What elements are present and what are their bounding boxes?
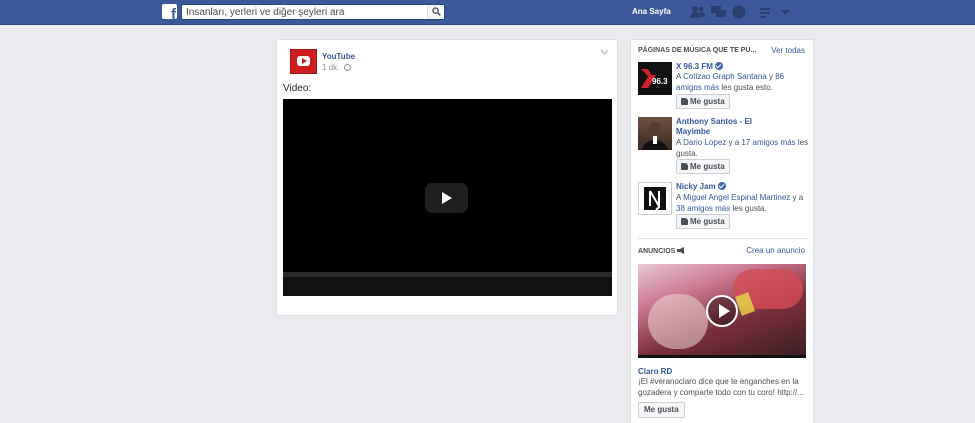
page-thumbnail[interactable] (638, 182, 672, 215)
thumbs-up-icon (681, 218, 688, 225)
ad-video[interactable] (638, 264, 806, 358)
ad-advertiser-link[interactable]: Claro RD (638, 367, 672, 376)
like-page-button[interactable]: Me gusta (676, 159, 730, 174)
public-globe-icon (344, 64, 351, 71)
verified-badge-icon (717, 182, 726, 190)
page-friends-text: A Dario Lopez y a 17 amigos más les gust… (676, 138, 809, 158)
notifications-globe-icon[interactable] (732, 5, 747, 19)
youtube-logo-icon (297, 56, 310, 66)
video-play-button[interactable] (425, 183, 468, 213)
post-options-chevron-icon[interactable] (600, 49, 609, 56)
feed-post: YouTube 1 dk. Video: (276, 39, 618, 316)
friend-requests-icon[interactable] (690, 5, 705, 19)
suggested-page-item: 96.3 X 96.3 FM A Cotizao Graph Santana y… (638, 62, 810, 112)
like-page-button[interactable]: Me gusta (676, 94, 730, 109)
page-friends-text: A Miguel Angel Espinal Martinez y a 38 a… (676, 193, 804, 213)
page-thumbnail[interactable]: 96.3 (638, 62, 672, 95)
page-friends-text: A Cotizao Graph Santana y 86 amigos más … (676, 72, 785, 92)
thumbs-up-icon (681, 163, 688, 170)
friend-link[interactable]: Miguel Angel Espinal Martinez (683, 193, 790, 202)
messages-icon[interactable] (711, 5, 726, 19)
search-button[interactable] (427, 5, 444, 19)
search-box (181, 4, 445, 20)
home-link[interactable]: Ana Sayfa (632, 7, 671, 16)
friend-link[interactable]: Cotizao Graph Santana (683, 72, 767, 81)
top-navigation-bar: f Ana Sayfa (0, 0, 975, 25)
ad-progress-bar (638, 355, 806, 358)
friend-link[interactable]: Dario Lopez (683, 138, 726, 147)
friends-count-link[interactable]: 38 amigos más (676, 204, 730, 213)
ad-description: ¡El #veranoclaro dice que te enganches e… (638, 377, 804, 397)
ad-like-button[interactable]: Me gusta (638, 402, 685, 418)
post-timestamp[interactable]: 1 dk. (322, 63, 339, 72)
page-name-link[interactable]: Anthony Santos - El Mayimbe (676, 117, 786, 137)
quick-help-icon[interactable] (760, 5, 772, 19)
create-ad-link[interactable]: Crea un anuncio (746, 246, 805, 255)
suggested-page-item: Nicky Jam A Miguel Angel Espinal Martine… (638, 182, 810, 232)
video-player[interactable] (283, 99, 612, 296)
like-page-button[interactable]: Me gusta (676, 214, 730, 229)
svg-text:96.3: 96.3 (652, 77, 668, 86)
music-pages-title: PÁGINAS DE MÚSICA QUE TE PU... (638, 47, 757, 54)
settings-dropdown-icon[interactable] (781, 5, 790, 19)
search-input[interactable] (182, 5, 427, 19)
ads-title: ANUNCIOS (638, 247, 685, 255)
post-text: Video: (283, 83, 312, 94)
verified-badge-icon (714, 62, 723, 70)
right-sidebar: PÁGINAS DE MÚSICA QUE TE PU... Ver todas… (630, 39, 814, 423)
video-controls-bar (283, 277, 612, 296)
search-icon (432, 7, 441, 16)
friends-count-link[interactable]: 17 amigos más (741, 138, 795, 147)
page-name-link[interactable]: Nicky Jam (676, 182, 786, 192)
megaphone-icon (677, 247, 685, 254)
ad-play-button[interactable] (706, 295, 738, 327)
suggested-page-item: Anthony Santos - El Mayimbe A Dario Lope… (638, 117, 810, 177)
page-name-link[interactable]: X 96.3 FM (676, 62, 786, 72)
thumbs-up-icon (681, 98, 688, 105)
facebook-logo-icon[interactable]: f (162, 4, 177, 19)
section-divider (638, 238, 806, 239)
see-all-link[interactable]: Ver todas (771, 46, 805, 55)
page-thumbnail[interactable] (638, 117, 672, 150)
post-author[interactable]: YouTube (322, 52, 355, 61)
youtube-avatar[interactable] (290, 49, 317, 74)
